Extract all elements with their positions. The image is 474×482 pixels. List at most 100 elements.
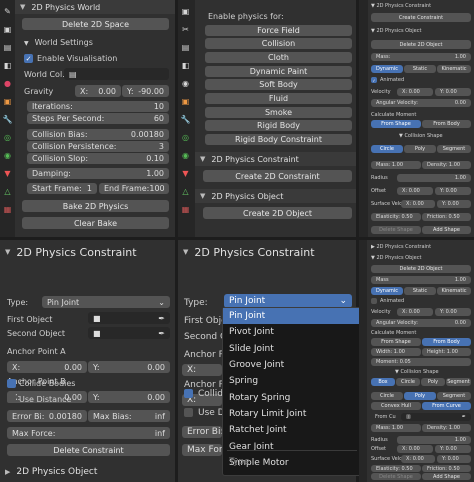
use-distance-checkbox[interactable] bbox=[7, 394, 16, 403]
collide-bodies-checkbox[interactable] bbox=[184, 389, 193, 398]
max-force-field[interactable]: Max Force: inf bbox=[7, 427, 170, 439]
friction-field[interactable]: Friction: 0.50 bbox=[422, 465, 471, 472]
menu-item-rotary-limit-joint[interactable]: Rotary Limit Joint bbox=[223, 406, 361, 422]
anchor-b-y-field[interactable]: Y: 0.00 bbox=[88, 391, 170, 403]
steps-field[interactable]: Steps Per Second: 60 bbox=[27, 113, 169, 124]
cloth-button[interactable]: Cloth bbox=[205, 52, 352, 63]
output-icon[interactable]: ▤ bbox=[1, 41, 14, 54]
from-shape-button[interactable]: From Shape bbox=[371, 338, 421, 346]
collision-slop-field[interactable]: Collision Slop: 0.10 bbox=[27, 153, 169, 164]
tool-icon[interactable]: ✎ bbox=[1, 5, 14, 18]
rigid-body-button[interactable]: Rigid Body bbox=[205, 120, 352, 131]
surface-velocity-y-field[interactable]: Y: 0.00 bbox=[437, 455, 471, 463]
texture-icon[interactable]: ▦ bbox=[1, 203, 14, 216]
static-button[interactable]: Static bbox=[404, 65, 436, 73]
dynamic-button[interactable]: Dynamic bbox=[371, 287, 403, 295]
kinematic-button[interactable]: Kinematic bbox=[437, 65, 471, 73]
velocity-y-field[interactable]: Y: 0.00 bbox=[435, 308, 471, 316]
constraints-icon[interactable]: ▼ bbox=[1, 167, 14, 180]
surface-velocity-x-field[interactable]: X: 0.00 bbox=[401, 200, 435, 208]
eyedropper-icon[interactable]: ✒ bbox=[462, 414, 466, 420]
clear-bake-button[interactable]: Clear Bake bbox=[22, 217, 169, 229]
height-field[interactable]: Height: 1.00 bbox=[422, 348, 471, 356]
modifier-icon[interactable]: 🔧 bbox=[1, 113, 14, 126]
shape-mass-field[interactable]: Mass: 1.00 bbox=[371, 161, 421, 169]
collision-persistence-field[interactable]: Collision Persistence: 3 bbox=[27, 141, 169, 152]
offset-x-field[interactable]: X: 0.00 bbox=[397, 187, 433, 195]
render-icon[interactable]: ▣ bbox=[1, 23, 14, 36]
error-bias-field[interactable]: Error Bi: 0.00180 bbox=[7, 410, 87, 422]
delete-object-button[interactable]: Delete 2D Object bbox=[371, 265, 471, 273]
circle-shape-button[interactable]: Circle bbox=[396, 378, 420, 386]
delete-object-button[interactable]: Delete 2D Object bbox=[371, 40, 471, 49]
constraint-panel-header[interactable]: ▼ 2D Physics Constraint bbox=[178, 242, 356, 262]
constraint-panel-header[interactable]: ▼ 2D Physics Constraint bbox=[195, 152, 356, 166]
max-force-field[interactable]: Max Force: bbox=[182, 444, 222, 456]
object-panel-header[interactable]: ▶ 2D Physics Object bbox=[0, 464, 175, 480]
velocity-y-field[interactable]: Y: 0.00 bbox=[435, 88, 471, 96]
elasticity-field[interactable]: Elasticity: 0.50 bbox=[371, 213, 421, 221]
end-frame-field[interactable]: End Frame: 100 bbox=[99, 183, 169, 194]
world-icon[interactable]: ◉ bbox=[179, 77, 192, 90]
mass-field[interactable]: Mass: 1.00 bbox=[371, 53, 471, 61]
from-body-button[interactable]: From Body bbox=[422, 120, 471, 128]
menu-item-spring[interactable]: Spring bbox=[223, 373, 361, 389]
error-bias-field[interactable]: Error Bi: bbox=[182, 426, 222, 438]
poly-shape-button[interactable]: Poly bbox=[421, 378, 445, 386]
poly-shape-button-2[interactable]: Poly bbox=[404, 392, 436, 400]
from-shape-button[interactable]: From Shape bbox=[371, 120, 421, 128]
collide-bodies-checkbox[interactable] bbox=[7, 379, 16, 388]
convex-hull-button[interactable]: Convex Hull bbox=[371, 402, 421, 410]
circle-shape-button[interactable]: Circle bbox=[371, 145, 403, 153]
world-settings-header[interactable]: ▼ World Settings bbox=[24, 38, 93, 47]
enable-visualisation-checkbox[interactable]: ✓ bbox=[24, 54, 33, 63]
collision-button[interactable]: Collision bbox=[205, 38, 352, 49]
tool-icon[interactable]: ▣ bbox=[179, 5, 192, 18]
menu-item-pivot-joint[interactable]: Pivot Joint bbox=[223, 324, 361, 340]
surface-velocity-x-field[interactable]: X: 0.00 bbox=[401, 455, 435, 463]
gravity-y-field[interactable]: Y: -90.00 bbox=[122, 85, 169, 97]
use-distance-checkbox[interactable] bbox=[184, 408, 193, 417]
iterations-field[interactable]: Iterations: 10 bbox=[27, 101, 169, 112]
create-constraint-button[interactable]: Create 2D Constraint bbox=[203, 170, 352, 182]
texture-icon[interactable]: ▦ bbox=[179, 203, 192, 216]
scene-icon[interactable]: ◧ bbox=[179, 59, 192, 72]
soft-body-button[interactable]: Soft Body bbox=[205, 79, 352, 90]
offset-y-field[interactable]: Y: 0.00 bbox=[435, 445, 471, 453]
dynamic-button[interactable]: Dynamic bbox=[371, 65, 403, 73]
render-icon[interactable]: ✂ bbox=[179, 23, 192, 36]
offset-y-field[interactable]: Y: 0.00 bbox=[435, 187, 471, 195]
world-icon[interactable]: ● bbox=[1, 77, 14, 90]
data-icon[interactable]: △ bbox=[1, 185, 14, 198]
add-shape-button[interactable]: Add Shape bbox=[422, 226, 471, 234]
from-curve-button[interactable]: From Curve bbox=[422, 402, 471, 410]
physics-icon[interactable]: ◉ bbox=[179, 149, 192, 162]
velocity-x-field[interactable]: X: 0.00 bbox=[397, 308, 433, 316]
shape-density-field[interactable]: Density: 1.00 bbox=[422, 424, 471, 432]
output-icon[interactable]: ▤ bbox=[179, 41, 192, 54]
force-field-button[interactable]: Force Field bbox=[205, 25, 352, 36]
start-frame-field[interactable]: Start Frame: 1 bbox=[27, 183, 97, 194]
delete-constraint-button[interactable]: Delete Constraint bbox=[7, 444, 170, 456]
anchor-a-x-field[interactable]: X: bbox=[182, 364, 222, 376]
box-shape-button[interactable]: Box bbox=[371, 378, 395, 386]
constraints-icon[interactable]: ▼ bbox=[179, 167, 192, 180]
menu-item-slide-joint[interactable]: Slide Joint bbox=[223, 341, 361, 357]
eyedropper-icon[interactable]: ✒ bbox=[158, 329, 165, 338]
poly-shape-button[interactable]: Poly bbox=[404, 145, 436, 153]
velocity-x-field[interactable]: X: 0.00 bbox=[397, 88, 433, 96]
width-field[interactable]: Width: 1.00 bbox=[371, 348, 421, 356]
first-object-field[interactable]: ■ ✒ bbox=[88, 312, 170, 324]
particles-icon[interactable]: ◎ bbox=[179, 131, 192, 144]
object-icon[interactable]: ▣ bbox=[1, 95, 14, 108]
friction-field[interactable]: Friction: 0.50 bbox=[422, 213, 471, 221]
segment-shape-button-2[interactable]: Segment bbox=[437, 392, 471, 400]
animated-checkbox[interactable]: ✓ bbox=[371, 77, 377, 83]
rigid-body-constraint-button[interactable]: Rigid Body Constraint bbox=[205, 134, 352, 145]
eyedropper-icon[interactable]: ✒ bbox=[158, 314, 165, 323]
damping-field[interactable]: Damping: 1.00 bbox=[27, 168, 169, 179]
collision-bias-field[interactable]: Collision Bias: 0.00180 bbox=[27, 129, 169, 140]
modifier-icon[interactable]: 🔧 bbox=[179, 113, 192, 126]
shape-density-field[interactable]: Density: 1.00 bbox=[422, 161, 471, 169]
segment-shape-button[interactable]: Segment bbox=[446, 378, 471, 386]
